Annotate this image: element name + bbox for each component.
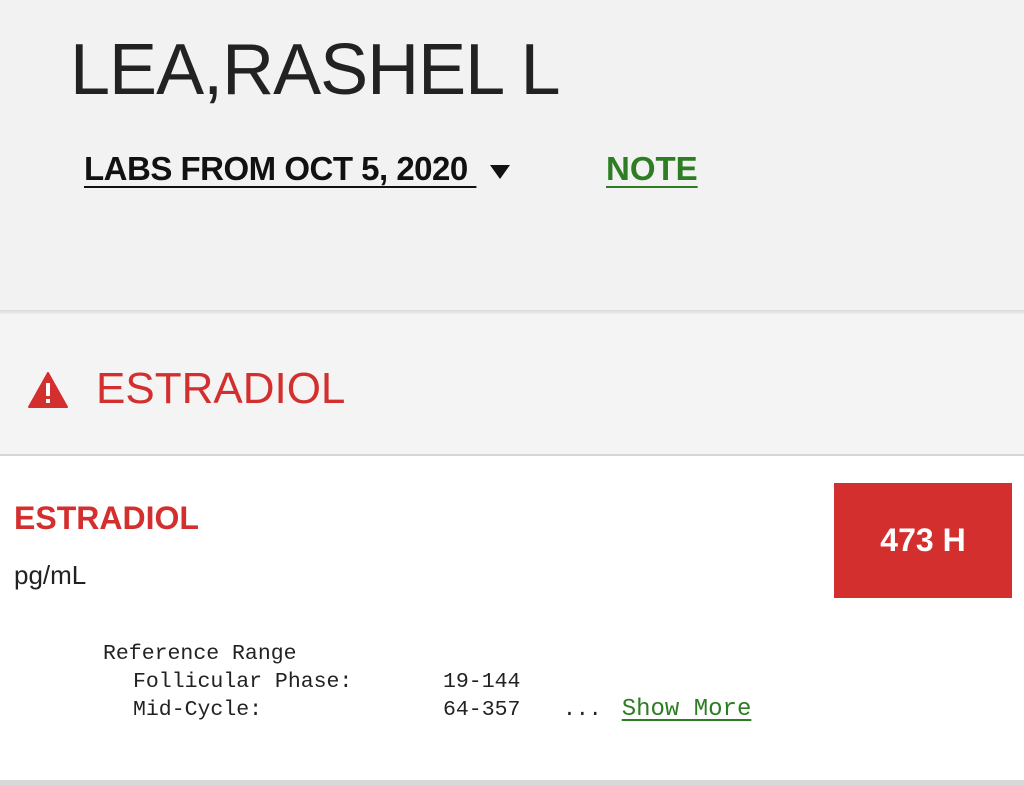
section-title: ESTRADIOL bbox=[96, 364, 346, 413]
result-card: ESTRADIOL pg/mL 473 H Reference Range Fo… bbox=[0, 456, 1024, 780]
labs-date-label: LABS FROM OCT 5, 2020 bbox=[84, 150, 477, 187]
reference-range: Reference Range Follicular Phase: 19-144… bbox=[103, 640, 751, 724]
lab-results-screen: LEA,RASHEL L LABS FROM OCT 5, 2020 NOTE … bbox=[0, 0, 1024, 785]
test-unit: pg/mL bbox=[14, 560, 87, 590]
reference-label: Follicular Phase: bbox=[133, 670, 353, 694]
result-value: 473 H bbox=[880, 522, 966, 558]
reference-row: Mid-Cycle: 64-357 ... Show More bbox=[103, 696, 751, 724]
header: LEA,RASHEL L LABS FROM OCT 5, 2020 NOTE bbox=[0, 0, 1024, 310]
reference-value: 19-144 bbox=[443, 670, 521, 694]
caret-down-icon bbox=[490, 165, 511, 179]
patient-name: LEA,RASHEL L bbox=[70, 30, 561, 110]
reference-value: 64-357 bbox=[443, 698, 521, 722]
show-more-link[interactable]: Show More bbox=[622, 696, 752, 724]
test-name: ESTRADIOL bbox=[14, 500, 199, 536]
note-link[interactable]: NOTE bbox=[606, 150, 698, 188]
result-value-badge: 473 H bbox=[834, 483, 1012, 598]
reference-heading: Reference Range bbox=[103, 642, 297, 666]
reference-heading-row: Reference Range bbox=[103, 640, 751, 668]
warning-icon bbox=[28, 372, 68, 408]
reference-ellipsis: ... bbox=[563, 698, 602, 722]
reference-row: Follicular Phase: 19-144 bbox=[103, 668, 751, 696]
bottom-divider bbox=[0, 780, 1024, 785]
reference-label: Mid-Cycle: bbox=[133, 698, 263, 722]
labs-date-dropdown[interactable]: LABS FROM OCT 5, 2020 bbox=[84, 150, 511, 188]
section-header: ESTRADIOL bbox=[0, 314, 1024, 454]
